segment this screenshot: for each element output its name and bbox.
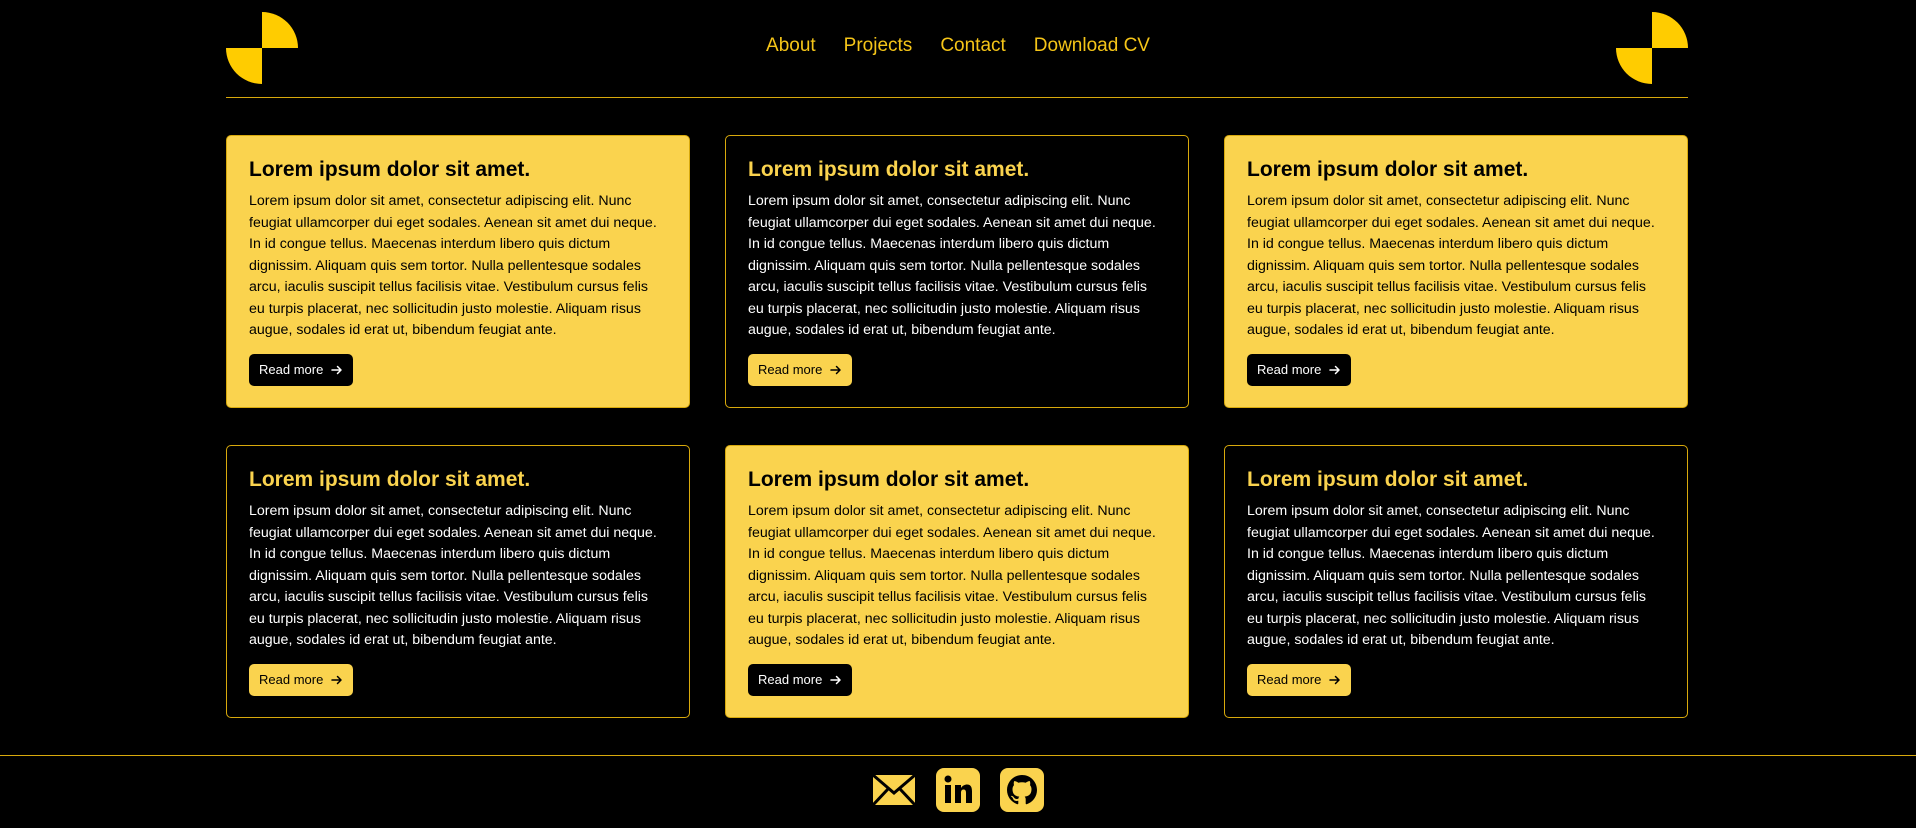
nav-link-projects[interactable]: Projects xyxy=(844,34,913,58)
read-more-label: Read more xyxy=(758,672,823,687)
card-title: Lorem ipsum dolor sit amet. xyxy=(1247,158,1529,181)
github-link[interactable] xyxy=(1000,768,1044,812)
card-title: Lorem ipsum dolor sit amet. xyxy=(748,158,1030,181)
card-body: Lorem ipsum dolor sit amet, consectetur … xyxy=(748,503,1156,648)
card-body: Lorem ipsum dolor sit amet, consectetur … xyxy=(249,503,657,648)
linkedin-icon xyxy=(936,768,980,812)
card: Lorem ipsum dolor sit amet. Lorem ipsum … xyxy=(725,445,1189,718)
card: Lorem ipsum dolor sit amet. Lorem ipsum … xyxy=(226,135,690,408)
read-more-label: Read more xyxy=(1257,362,1322,377)
social-links xyxy=(0,768,1916,812)
read-more-button[interactable]: Read more xyxy=(748,353,853,386)
arrow-right-icon xyxy=(830,674,842,686)
read-more-button[interactable]: Read more xyxy=(1247,353,1352,386)
card-body: Lorem ipsum dolor sit amet, consectetur … xyxy=(748,193,1156,338)
read-more-button[interactable]: Read more xyxy=(249,353,354,386)
arrow-right-icon xyxy=(331,674,343,686)
read-more-button[interactable]: Read more xyxy=(249,663,354,696)
nav-link-download-cv[interactable]: Download CV xyxy=(1034,34,1150,58)
card: Lorem ipsum dolor sit amet. Lorem ipsum … xyxy=(1224,445,1688,718)
card-body: Lorem ipsum dolor sit amet, consectetur … xyxy=(1247,193,1655,338)
card-grid: Lorem ipsum dolor sit amet. Lorem ipsum … xyxy=(226,135,1688,718)
email-link[interactable] xyxy=(872,768,916,812)
github-icon xyxy=(1000,768,1044,812)
nav-link-contact[interactable]: Contact xyxy=(940,34,1005,58)
card-title: Lorem ipsum dolor sit amet. xyxy=(249,158,531,181)
card-title: Lorem ipsum dolor sit amet. xyxy=(249,468,531,491)
read-more-label: Read more xyxy=(259,672,324,687)
read-more-label: Read more xyxy=(259,362,324,377)
card: Lorem ipsum dolor sit amet. Lorem ipsum … xyxy=(1224,135,1688,408)
footer-divider xyxy=(0,755,1916,756)
linkedin-link[interactable] xyxy=(936,768,980,812)
arrow-right-icon xyxy=(830,364,842,376)
arrow-right-icon xyxy=(1329,364,1341,376)
nav-link-about[interactable]: About xyxy=(766,34,816,58)
arrow-right-icon xyxy=(331,364,343,376)
card-title: Lorem ipsum dolor sit amet. xyxy=(1247,468,1529,491)
read-more-label: Read more xyxy=(1257,672,1322,687)
arrow-right-icon xyxy=(1329,674,1341,686)
main-nav: About Projects Contact Download CV xyxy=(0,34,1916,58)
card-body: Lorem ipsum dolor sit amet, consectetur … xyxy=(249,193,657,338)
read-more-label: Read more xyxy=(758,362,823,377)
card: Lorem ipsum dolor sit amet. Lorem ipsum … xyxy=(226,445,690,718)
email-icon xyxy=(872,773,916,807)
card: Lorem ipsum dolor sit amet. Lorem ipsum … xyxy=(725,135,1189,408)
read-more-button[interactable]: Read more xyxy=(748,663,853,696)
card-body: Lorem ipsum dolor sit amet, consectetur … xyxy=(1247,503,1655,648)
read-more-button[interactable]: Read more xyxy=(1247,663,1352,696)
header-divider xyxy=(226,97,1688,98)
card-title: Lorem ipsum dolor sit amet. xyxy=(748,468,1030,491)
